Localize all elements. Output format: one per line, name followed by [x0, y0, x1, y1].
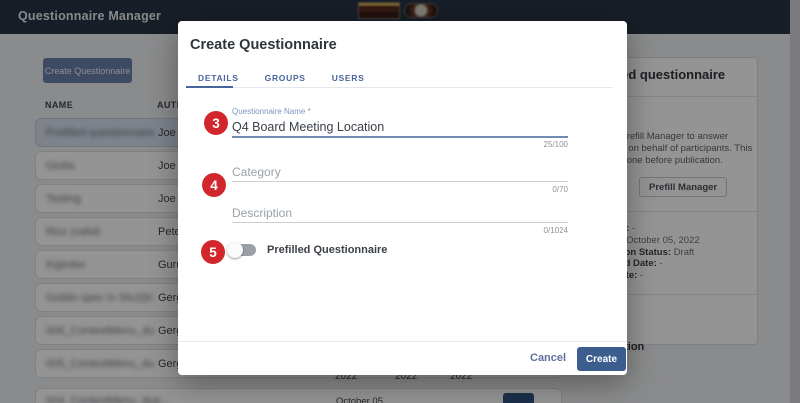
- step-badge-5: 5: [201, 240, 225, 264]
- create-button[interactable]: Create: [577, 347, 626, 371]
- description-char-counter: 0/1024: [232, 226, 568, 235]
- category-field-underline: [232, 181, 568, 182]
- name-char-counter: 25/100: [232, 140, 568, 149]
- category-char-counter: 0/70: [232, 185, 568, 194]
- active-tab-indicator: [186, 86, 233, 88]
- tab-groups[interactable]: GROUPS: [257, 67, 314, 93]
- modal-title: Create Questionnaire: [190, 37, 337, 53]
- description-input[interactable]: [232, 205, 568, 221]
- category-input[interactable]: [232, 164, 568, 180]
- footer-divider: [178, 341, 627, 342]
- description-field-underline: [232, 222, 568, 223]
- prefilled-toggle-label: Prefilled Questionnaire: [267, 244, 387, 256]
- step-badge-4: 4: [202, 173, 226, 197]
- tab-users[interactable]: USERS: [324, 67, 373, 93]
- tab-details[interactable]: DETAILS: [190, 67, 247, 93]
- cancel-button[interactable]: Cancel: [530, 352, 566, 364]
- prefilled-toggle-row: Prefilled Questionnaire: [230, 244, 387, 256]
- prefilled-questionnaire-toggle[interactable]: [230, 244, 256, 256]
- name-field-underline: [232, 136, 568, 138]
- toggle-knob: [227, 242, 243, 258]
- step-badge-3: 3: [204, 111, 228, 135]
- screen: Questionnaire Manager Create Questionnai…: [0, 0, 800, 403]
- modal-tabs: DETAILS GROUPS USERS: [190, 67, 382, 93]
- questionnaire-name-input[interactable]: [232, 118, 568, 136]
- questionnaire-name-label: Questionnaire Name *: [232, 107, 311, 116]
- create-questionnaire-modal: Create Questionnaire DETAILS GROUPS USER…: [178, 21, 627, 375]
- tabs-divider: [189, 87, 613, 88]
